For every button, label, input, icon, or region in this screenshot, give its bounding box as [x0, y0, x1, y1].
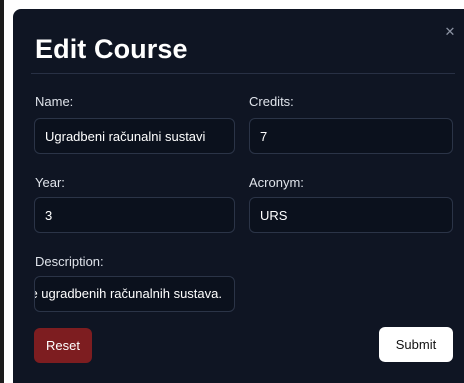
credits-input[interactable]: [249, 118, 453, 154]
name-label: Name:: [35, 94, 74, 109]
page-edge-bar: [0, 0, 4, 383]
year-input[interactable]: [34, 197, 235, 233]
description-input[interactable]: e ugradbenih računalnih sustava.: [34, 276, 235, 312]
description-value: e ugradbenih računalnih sustava.: [34, 286, 222, 301]
title-divider: [31, 73, 455, 74]
year-label: Year:: [35, 175, 65, 190]
submit-button[interactable]: Submit: [379, 327, 453, 362]
acronym-label: Acronym:: [249, 175, 304, 190]
close-icon[interactable]: ✕: [443, 26, 457, 40]
acronym-input[interactable]: [249, 197, 453, 233]
dialog-title: Edit Course: [35, 34, 188, 64]
credits-label: Credits:: [249, 94, 294, 109]
reset-button[interactable]: Reset: [34, 328, 92, 363]
name-input[interactable]: [34, 118, 235, 154]
description-label: Description:: [35, 254, 104, 269]
